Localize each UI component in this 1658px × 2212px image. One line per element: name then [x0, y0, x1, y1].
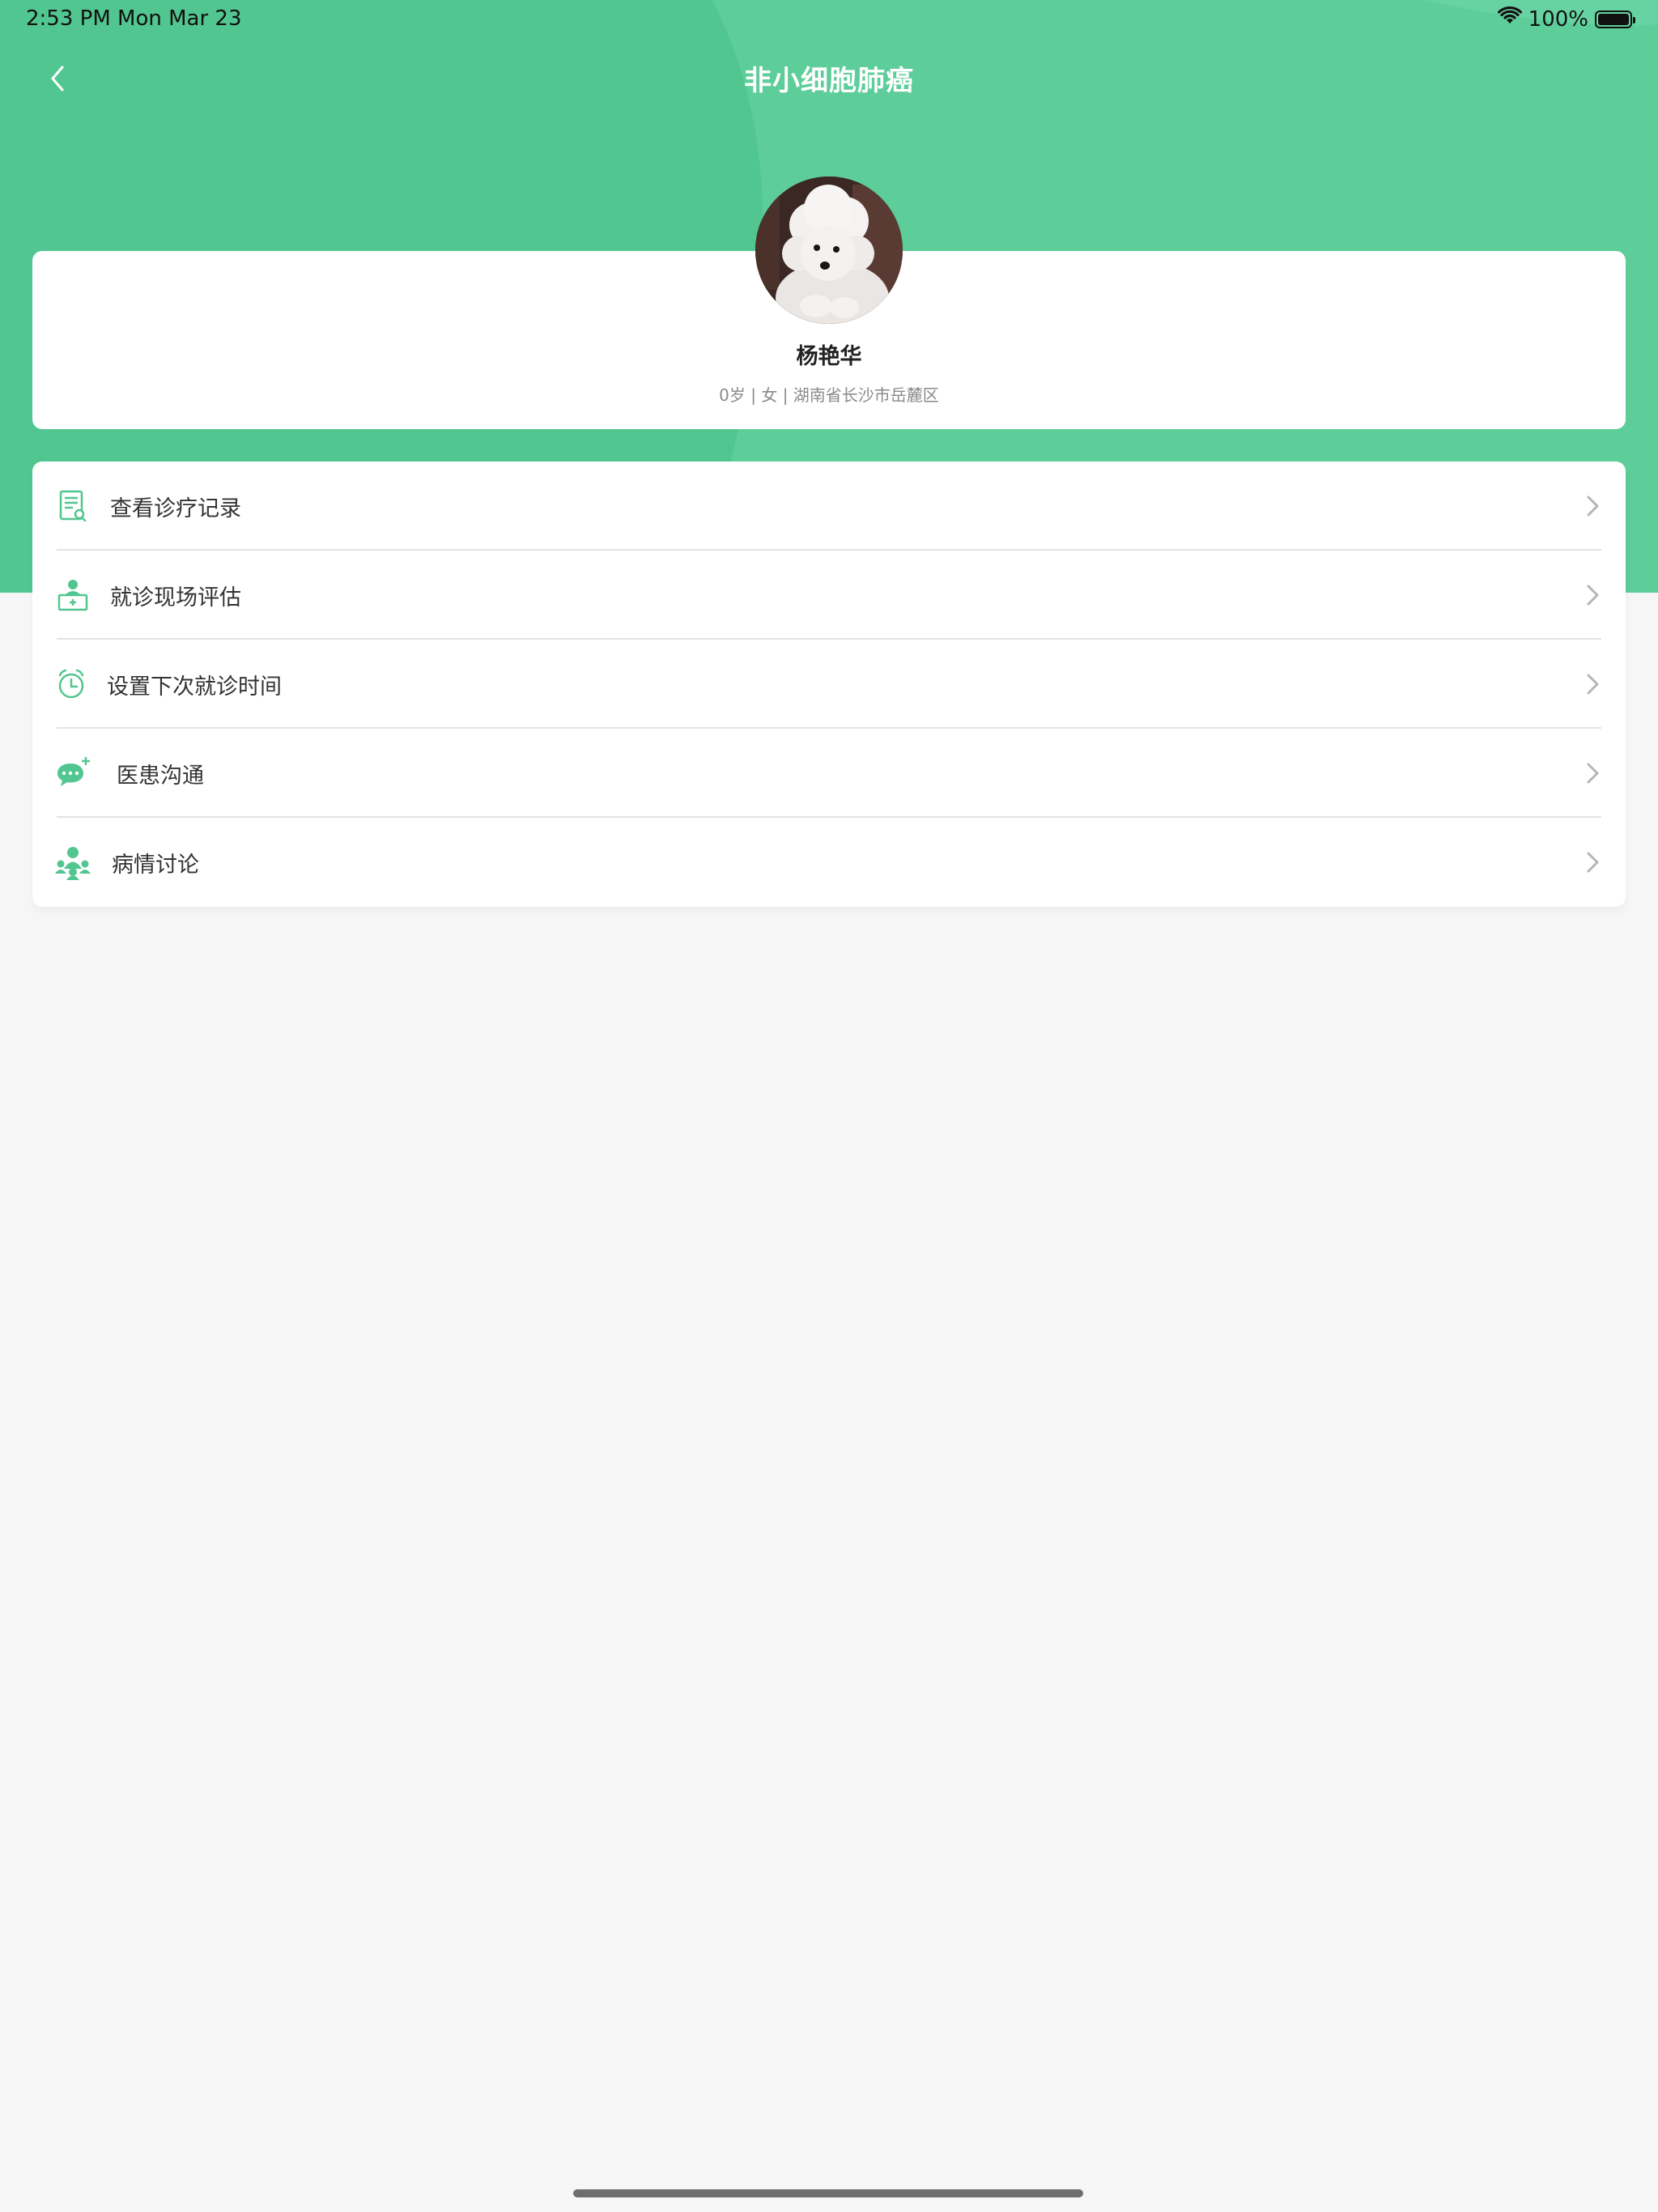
wifi-icon [1497, 6, 1522, 32]
menu-item-label: 就诊现场评估 [110, 585, 241, 610]
chat-bubble-icon [55, 755, 91, 791]
chevron-right-icon [1584, 580, 1603, 610]
chevron-right-icon [1584, 758, 1603, 789]
battery-percentage: 100% [1528, 6, 1588, 32]
menu-item-on-site-assessment[interactable]: 就诊现场评估 [32, 551, 1626, 640]
menu-item-case-discussion[interactable]: 病情讨论 [32, 818, 1626, 907]
status-bar: 2:53 PM Mon Mar 23 100% [0, 0, 1658, 39]
status-indicators: 100% [1497, 6, 1635, 32]
chevron-right-icon [1584, 491, 1603, 521]
avatar [755, 177, 903, 324]
menu-item-label: 查看诊疗记录 [110, 496, 241, 521]
menu-item-label: 病情讨论 [112, 853, 199, 878]
menu-item-next-visit-time[interactable]: 设置下次就诊时间 [32, 640, 1626, 729]
patient-info: 0岁 | 女 | 湖南省长沙市岳麓区 [719, 385, 939, 405]
menu-item-label: 设置下次就诊时间 [107, 674, 282, 700]
menu-item-label: 医患沟通 [117, 764, 204, 789]
medical-record-icon [55, 488, 91, 524]
patient-detail-screen: 2:53 PM Mon Mar 23 100% 非小细胞肺癌 杨艳华 0岁 | … [0, 0, 1658, 2212]
doctor-desk-icon [55, 577, 91, 613]
page-title: 非小细胞肺癌 [744, 65, 914, 97]
group-discussion-icon [55, 844, 91, 880]
home-indicator[interactable] [573, 2189, 1083, 2197]
alarm-clock-icon [55, 666, 91, 702]
patient-name: 杨艳华 [796, 344, 862, 369]
menu-item-medical-records[interactable]: 查看诊疗记录 [32, 462, 1626, 551]
menu-item-doctor-patient-chat[interactable]: 医患沟通 [32, 729, 1626, 818]
chevron-right-icon [1584, 669, 1603, 700]
menu-list: 查看诊疗记录 就诊现场评估 设置下次就诊时间 医患沟通 病情讨论 [32, 462, 1626, 907]
status-time: 2:53 PM Mon Mar 23 [26, 6, 242, 31]
battery-icon [1595, 10, 1635, 28]
chevron-right-icon [1584, 847, 1603, 878]
